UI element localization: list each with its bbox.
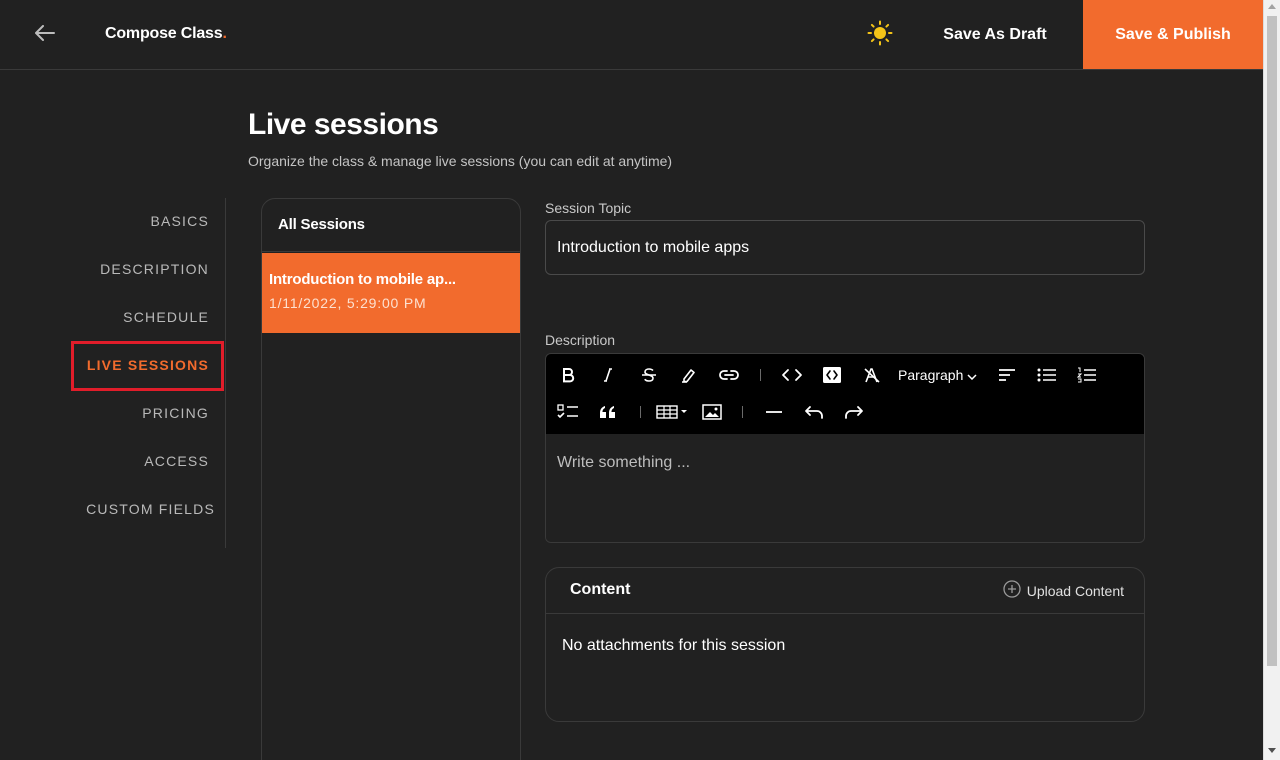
brand-dot: . bbox=[222, 25, 227, 42]
session-list-item[interactable]: Introduction to mobile ap... 1/11/2022, … bbox=[262, 253, 520, 333]
highlight-icon[interactable] bbox=[675, 362, 703, 388]
top-bar: Compose Class. Save As Draft Save & Publ… bbox=[0, 0, 1263, 70]
nav-item-access[interactable]: ACCESS bbox=[144, 453, 209, 469]
plus-circle-icon bbox=[1003, 580, 1021, 601]
description-editor: Paragraph Write something ... bbox=[545, 353, 1145, 543]
strikethrough-icon[interactable] bbox=[635, 362, 663, 388]
nav-item-basics[interactable]: BASICS bbox=[150, 213, 209, 229]
toolbar-separator bbox=[742, 406, 743, 418]
sun-icon bbox=[867, 20, 893, 51]
toolbar-separator bbox=[760, 369, 761, 381]
paragraph-style-label: Paragraph bbox=[898, 367, 964, 383]
italic-icon[interactable] bbox=[594, 362, 622, 388]
description-label: Description bbox=[545, 332, 616, 348]
blockquote-icon[interactable] bbox=[594, 399, 622, 425]
code-block-icon[interactable] bbox=[818, 362, 846, 388]
description-editor-area[interactable]: Write something ... bbox=[546, 434, 1144, 542]
editor-toolbar: Paragraph bbox=[546, 354, 1144, 434]
page-subtitle: Organize the class & manage live session… bbox=[248, 153, 673, 169]
session-topic-label: Session Topic bbox=[545, 200, 632, 216]
paragraph-style-select[interactable]: Paragraph bbox=[898, 362, 977, 388]
sessions-panel: All Sessions Introduction to mobile ap..… bbox=[261, 198, 521, 760]
content-title: Content bbox=[570, 581, 631, 598]
table-icon[interactable] bbox=[654, 399, 690, 425]
undo-icon[interactable] bbox=[800, 399, 828, 425]
bold-icon[interactable] bbox=[554, 362, 582, 388]
content-card-header: Content Upload Content bbox=[546, 568, 1144, 614]
bullet-list-icon[interactable] bbox=[1033, 362, 1061, 388]
save-publish-button[interactable]: Save & Publish bbox=[1083, 0, 1263, 69]
scroll-thumb[interactable] bbox=[1267, 16, 1277, 666]
upload-content-label: Upload Content bbox=[1026, 582, 1124, 599]
task-list-icon[interactable] bbox=[554, 399, 582, 425]
session-topic-input[interactable] bbox=[545, 220, 1145, 275]
redo-icon[interactable] bbox=[840, 399, 868, 425]
back-button[interactable] bbox=[32, 22, 58, 48]
content-card: Content Upload Content No attachments fo… bbox=[545, 567, 1145, 722]
ordered-list-icon[interactable] bbox=[1073, 362, 1101, 388]
save-draft-button[interactable]: Save As Draft bbox=[926, 0, 1064, 70]
sessions-heading: All Sessions bbox=[262, 199, 520, 252]
page-title: Live sessions bbox=[248, 108, 439, 141]
arrow-left-icon bbox=[35, 24, 55, 46]
upload-content-button[interactable]: Upload Content bbox=[1003, 580, 1124, 601]
code-icon[interactable] bbox=[778, 362, 806, 388]
nav-item-description[interactable]: DESCRIPTION bbox=[100, 261, 209, 277]
page-scrollbar[interactable] bbox=[1263, 0, 1280, 760]
chevron-down-icon bbox=[967, 367, 977, 383]
scroll-down-icon[interactable] bbox=[1268, 748, 1276, 753]
section-nav: BASICS DESCRIPTION SCHEDULE LIVE SESSION… bbox=[70, 198, 226, 548]
nav-item-custom-fields[interactable]: CUSTOM FIELDS bbox=[86, 501, 215, 517]
nav-item-pricing[interactable]: PRICING bbox=[142, 405, 209, 421]
active-nav-highlight-box bbox=[71, 341, 224, 391]
app-root: Compose Class. Save As Draft Save & Publ… bbox=[0, 0, 1280, 760]
image-icon[interactable] bbox=[698, 399, 726, 425]
no-attachments-text: No attachments for this session bbox=[562, 637, 786, 654]
horizontal-rule-icon[interactable] bbox=[760, 399, 788, 425]
clear-format-icon[interactable] bbox=[858, 362, 886, 388]
theme-toggle-button[interactable] bbox=[866, 20, 894, 51]
align-left-icon[interactable] bbox=[993, 362, 1021, 388]
scroll-up-icon[interactable] bbox=[1268, 4, 1276, 9]
session-date: 1/11/2022, 5:29:00 PM bbox=[269, 295, 427, 311]
link-icon[interactable] bbox=[715, 362, 743, 388]
toolbar-separator bbox=[640, 406, 641, 418]
page-brand-title: Compose Class. bbox=[105, 25, 227, 42]
session-title: Introduction to mobile ap... bbox=[269, 271, 456, 288]
nav-item-schedule[interactable]: SCHEDULE bbox=[123, 309, 209, 325]
